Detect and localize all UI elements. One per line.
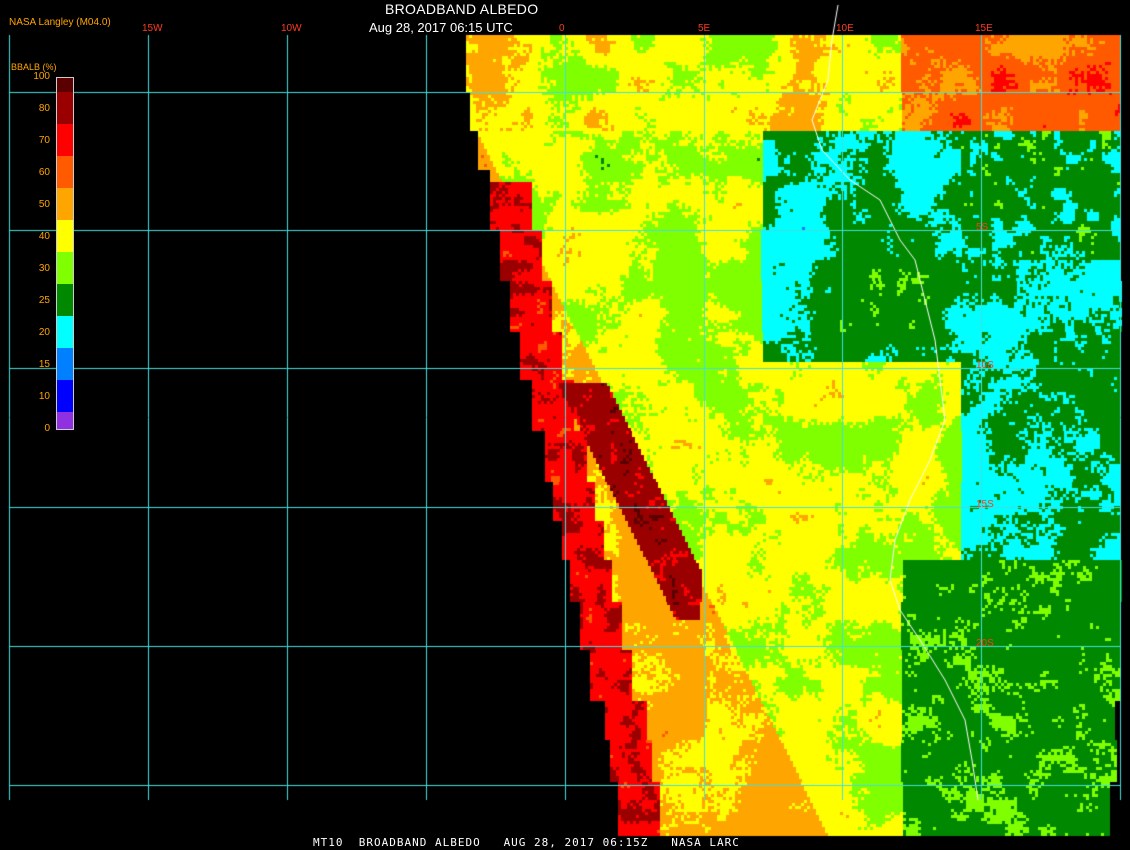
- map-title: BROADBAND ALBEDO: [385, 1, 539, 17]
- legend-swatch: [57, 92, 73, 124]
- longitude-label: 10E: [836, 23, 854, 34]
- legend-tick-label: 0: [44, 423, 50, 434]
- latitude-label: 15S: [976, 499, 994, 510]
- legend-swatch: [57, 78, 73, 92]
- legend-swatch: [57, 412, 73, 429]
- legend-tick-label: 70: [38, 135, 50, 146]
- legend-tick-label: 50: [38, 199, 50, 210]
- legend-swatch: [57, 316, 73, 348]
- legend-swatch: [57, 380, 73, 412]
- colorbar-legend: [56, 77, 74, 430]
- legend-tick-label: 10: [38, 391, 50, 402]
- legend-tick-label: 100: [33, 71, 50, 82]
- legend-tick-label: 80: [38, 103, 50, 114]
- legend-swatch: [57, 188, 73, 220]
- legend-tick-label: 15: [38, 359, 50, 370]
- legend-swatch: [57, 348, 73, 380]
- albedo-map-canvas[interactable]: [0, 0, 1130, 850]
- legend-swatch: [57, 124, 73, 156]
- legend-tick-label: 30: [38, 263, 50, 274]
- footer-caption: MT10 BROADBAND ALBEDO AUG 28, 2017 06:15…: [313, 836, 740, 849]
- longitude-label: 15E: [975, 23, 993, 34]
- latitude-label: 20S: [976, 638, 994, 649]
- legend-swatch: [57, 220, 73, 252]
- legend-tick-label: 40: [38, 231, 50, 242]
- map-datetime: Aug 28, 2017 06:15 UTC: [369, 20, 513, 35]
- legend-tick-label: 25: [38, 295, 50, 306]
- latitude-label: 10S: [976, 360, 994, 371]
- legend-tick-label: 60: [38, 167, 50, 178]
- legend-tick-label: 20: [38, 327, 50, 338]
- latitude-label: 5S: [976, 222, 989, 233]
- longitude-label: 0: [559, 23, 565, 34]
- legend-swatch: [57, 252, 73, 284]
- source-label: NASA Langley (M04.0): [9, 17, 111, 28]
- longitude-label: 15W: [142, 23, 163, 34]
- legend-swatch: [57, 284, 73, 316]
- longitude-label: 5E: [698, 23, 711, 34]
- longitude-label: 10W: [281, 23, 302, 34]
- legend-swatch: [57, 156, 73, 188]
